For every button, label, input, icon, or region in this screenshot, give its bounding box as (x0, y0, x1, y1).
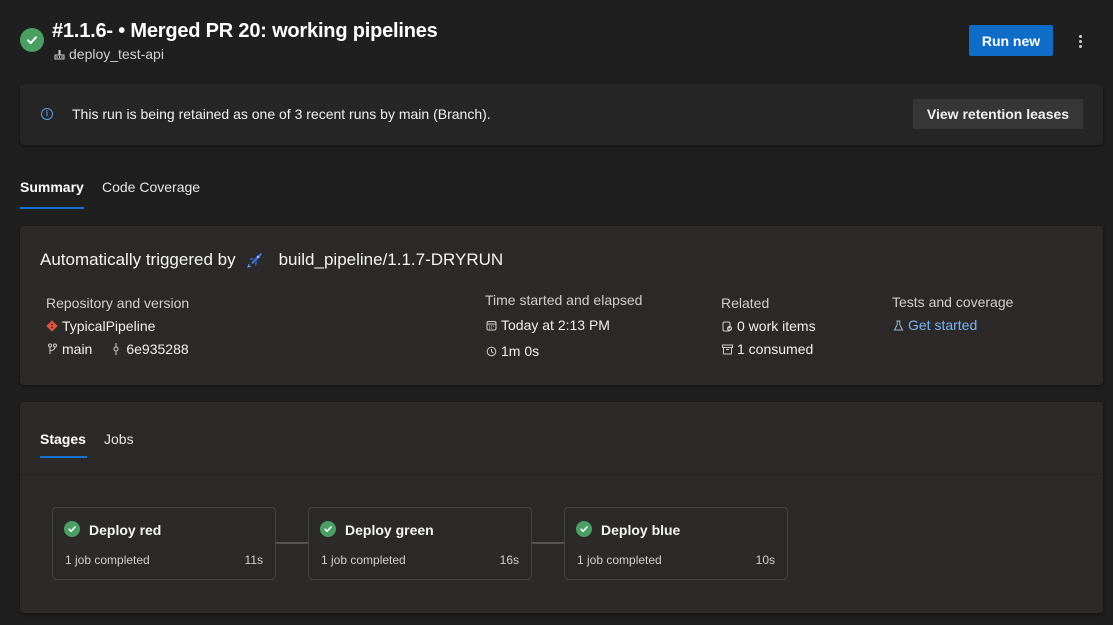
stage-name: Deploy green (345, 522, 434, 538)
stage-name: Deploy red (89, 522, 162, 538)
commit-icon (110, 343, 122, 355)
stage-duration: 10s (755, 553, 775, 567)
stages-card: Stages Jobs Deploy red 1 job completed 1… (20, 402, 1103, 613)
beaker-icon (892, 319, 904, 331)
tab-stages[interactable]: Stages (40, 431, 86, 447)
calendar-icon (485, 319, 497, 331)
stage-succeeded-icon (576, 521, 592, 537)
pipeline-name-label: deploy_test-api (69, 46, 164, 62)
artifact-icon (721, 343, 733, 355)
branch-name[interactable]: main (62, 341, 92, 357)
stage-succeeded-icon (64, 521, 80, 537)
stage-jobs-status: 1 job completed (577, 553, 662, 567)
work-items-link[interactable]: 0 work items (721, 318, 816, 334)
work-items-count: 0 work items (737, 318, 816, 334)
time-started-value: Today at 2:13 PM (501, 317, 610, 333)
pipeline-name[interactable]: deploy_test-api (53, 46, 164, 62)
time-started: Today at 2:13 PM (485, 317, 610, 333)
branch-info: main 6e935288 (46, 341, 189, 357)
git-repo-icon (46, 320, 58, 332)
tab-code-coverage[interactable]: Code Coverage (102, 179, 200, 195)
clock-icon (485, 345, 497, 357)
divider (20, 474, 1103, 475)
stage-deploy-green[interactable]: Deploy green 1 job completed 16s (308, 507, 532, 580)
work-item-icon (721, 320, 733, 332)
view-retention-leases-button[interactable]: View retention leases (913, 99, 1083, 129)
active-stage-tab-indicator (40, 456, 87, 458)
run-status-succeeded-icon (20, 28, 44, 52)
stage-name: Deploy blue (601, 522, 681, 538)
related-label: Related (721, 295, 770, 311)
retention-banner: i This run is being retained as one of 3… (20, 84, 1103, 145)
time-elapsed-value: 1m 0s (501, 343, 540, 359)
stage-connector (532, 542, 565, 544)
run-title: #1.1.6- • Merged PR 20: working pipeline… (52, 20, 438, 42)
get-started-link[interactable]: Get started (908, 317, 977, 333)
retention-message: This run is being retained as one of 3 r… (72, 106, 491, 122)
active-tab-indicator (20, 207, 84, 209)
repository-name: TypicalPipeline (62, 318, 156, 334)
info-icon: i (41, 108, 53, 120)
time-label: Time started and elapsed (485, 292, 643, 308)
repository-link[interactable]: TypicalPipeline (46, 318, 155, 334)
trigger-source-link[interactable]: build_pipeline/1.1.7-DRYRUN (279, 250, 504, 270)
tab-jobs[interactable]: Jobs (104, 431, 134, 447)
branch-icon (46, 343, 58, 355)
stage-jobs-status: 1 job completed (321, 553, 406, 567)
repository-label: Repository and version (46, 295, 190, 311)
stage-jobs-status: 1 job completed (65, 553, 150, 567)
trigger-info: Automatically triggered by build_pipelin… (40, 250, 503, 270)
trigger-prefix: Automatically triggered by (40, 250, 236, 269)
stage-duration: 11s (244, 553, 263, 567)
summary-card: Automatically triggered by build_pipelin… (20, 226, 1103, 385)
consumed-link[interactable]: 1 consumed (721, 341, 813, 357)
pipeline-icon (53, 48, 65, 60)
stage-connector (276, 542, 309, 544)
tests-label: Tests and coverage (892, 294, 1014, 310)
stage-deploy-blue[interactable]: Deploy blue 1 job completed 10s (564, 507, 788, 580)
tests-get-started[interactable]: Get started (892, 317, 977, 333)
time-elapsed: 1m 0s (485, 343, 539, 359)
stage-deploy-red[interactable]: Deploy red 1 job completed 11s (52, 507, 276, 580)
stage-duration: 16s (499, 553, 519, 567)
commit-hash[interactable]: 6e935288 (126, 341, 188, 357)
rocket-icon (246, 251, 264, 269)
stage-succeeded-icon (320, 521, 336, 537)
run-new-button[interactable]: Run new (969, 25, 1053, 56)
consumed-count: 1 consumed (737, 341, 814, 357)
tab-summary[interactable]: Summary (20, 179, 84, 195)
more-vertical-icon[interactable] (1072, 30, 1088, 52)
